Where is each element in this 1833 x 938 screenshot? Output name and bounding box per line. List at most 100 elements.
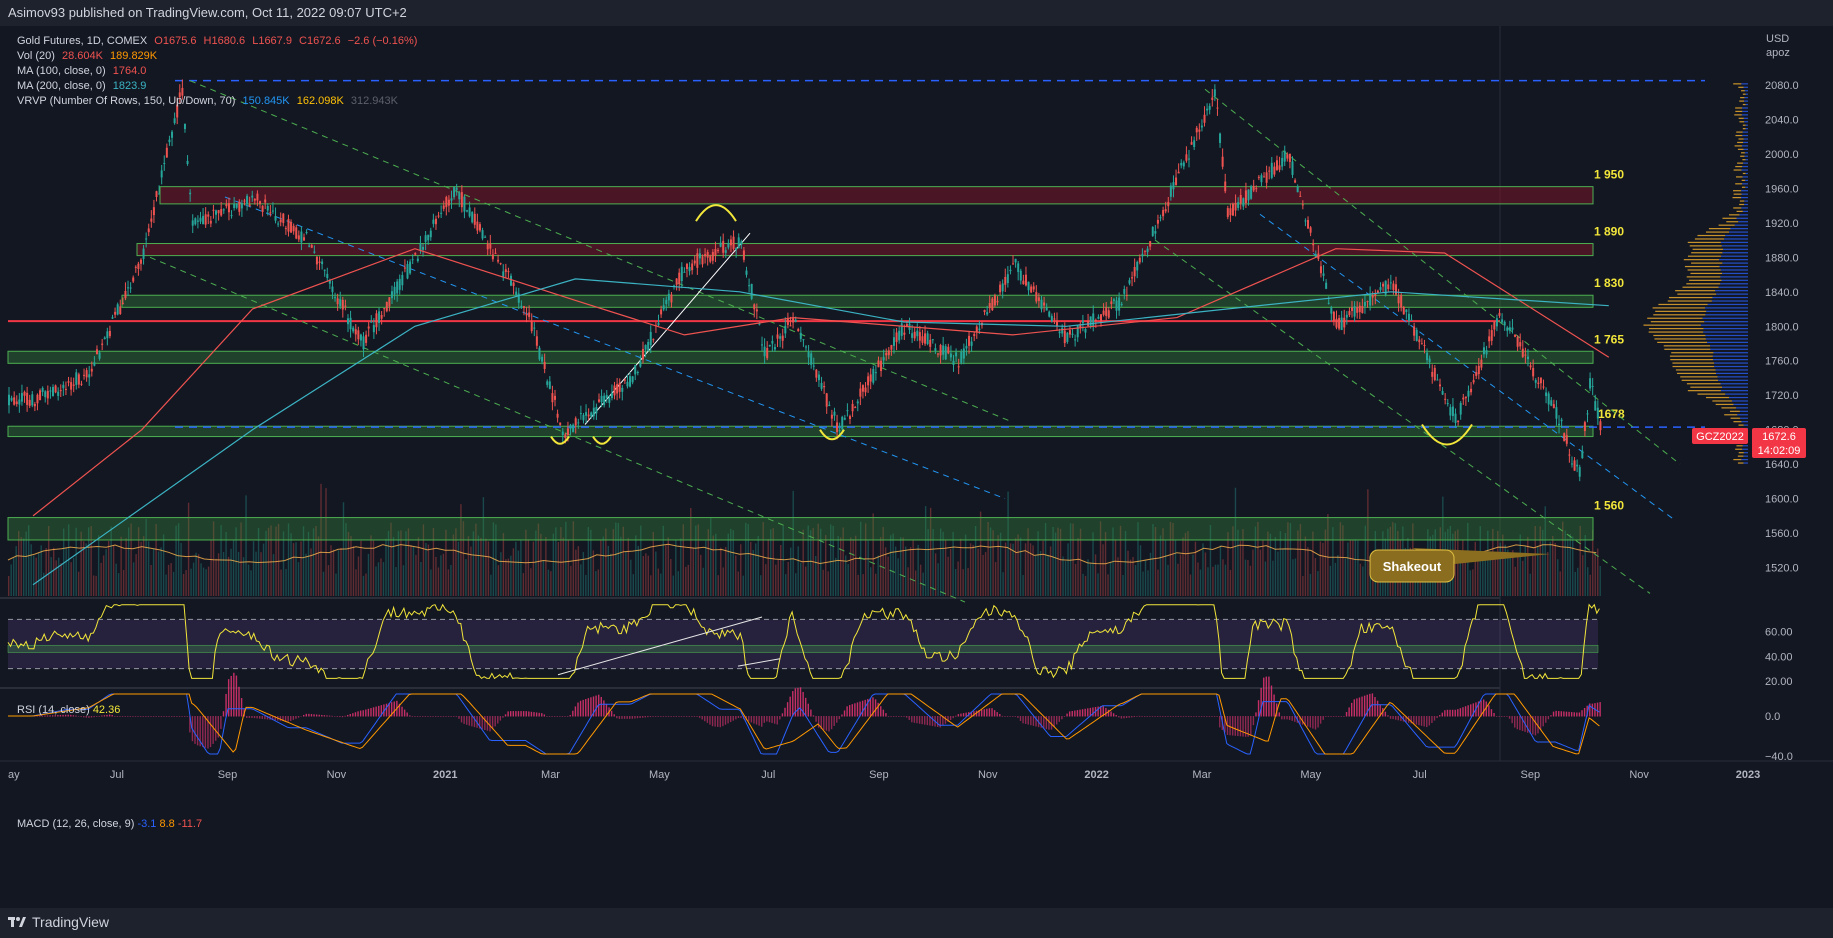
chart-area[interactable]: 1 9501 8901 8301 76516781 560Shakeout208… (0, 26, 1833, 908)
macd-histogram-bar (1231, 716, 1234, 736)
macd-histogram-bar (114, 716, 116, 717)
macd-histogram-bar (1211, 716, 1213, 717)
macd-histogram-bar (1457, 709, 1459, 717)
volume-bar (1234, 487, 1237, 596)
zone-4[interactable] (7, 350, 1594, 364)
candle-body (991, 298, 994, 311)
volume-bar (150, 565, 152, 596)
candle-body (62, 384, 65, 389)
vrvp-bar-up (1669, 355, 1713, 357)
candle-body (352, 327, 355, 332)
ma200-label[interactable]: MA (200, close, 0) (17, 80, 106, 92)
candle-body (1358, 305, 1361, 313)
macd-histogram-bar (960, 713, 962, 717)
zone-2[interactable] (136, 243, 1594, 257)
volume-bar (125, 538, 127, 596)
candle-body (1255, 188, 1258, 190)
volume-bar (542, 560, 545, 596)
candle-body (1257, 176, 1260, 178)
candle-body (1022, 280, 1025, 285)
vrvp-bar-up (1686, 276, 1721, 278)
publish-info-bar: Asimov93 published on TradingView.com, O… (0, 0, 1833, 26)
volume-bar (157, 551, 160, 596)
vrvp-label[interactable]: VRVP (Number Of Rows, 150, Up/Down, 70) (17, 95, 235, 107)
volume-bar (827, 571, 829, 596)
volume-bar (170, 563, 172, 596)
candle-body (740, 241, 743, 245)
volume-bar (327, 565, 330, 596)
macd-histogram-bar (1599, 702, 1601, 717)
candle-body (1482, 347, 1485, 355)
volume-bar (1347, 542, 1349, 596)
vrvp-bar-up (1729, 410, 1740, 412)
rsi-label[interactable]: RSI (14, close) (17, 704, 90, 716)
macd-histogram-bar (173, 716, 176, 717)
legend-symbol[interactable]: Gold Futures, 1D, COMEX (17, 35, 147, 47)
macd-histogram-bar (1451, 709, 1454, 717)
candle-body (494, 252, 497, 254)
macd-histogram-bar (898, 716, 900, 717)
candle-body (608, 397, 611, 403)
candle-body (921, 336, 924, 343)
macd-histogram-bar (704, 716, 706, 722)
candle-body (1146, 248, 1149, 253)
candle-body (1488, 336, 1491, 342)
vrvp-bar-up (1672, 362, 1714, 364)
candle-body (20, 393, 23, 402)
candle-body (709, 256, 712, 262)
ma100-label[interactable]: MA (100, close, 0) (17, 65, 106, 77)
volume-bar (670, 559, 672, 596)
volume-bar (610, 553, 612, 596)
candle-body (1539, 377, 1542, 384)
volume-bar (1334, 562, 1337, 596)
tradingview-logo[interactable]: TradingView (8, 914, 109, 930)
candle-body (1094, 319, 1097, 321)
macd-label[interactable]: MACD (12, 26, close, 9) (17, 818, 134, 830)
candle-body (403, 267, 406, 269)
volume-bar (182, 573, 185, 596)
macd-histogram-bar (1076, 710, 1079, 717)
volume-bar (1202, 543, 1204, 596)
candle-body (1014, 258, 1017, 263)
candle-body (346, 318, 349, 325)
macd-histogram-bar (737, 716, 740, 718)
candle-body (892, 337, 895, 346)
volume-bar (120, 536, 122, 596)
macd-histogram-bar (771, 716, 773, 723)
zone-6[interactable] (7, 517, 1594, 541)
vrvp-bar-down (1744, 90, 1748, 92)
macd-histogram-bar (579, 700, 582, 717)
volume-bar (912, 539, 914, 596)
vrvp-value-1: 150.845K (242, 95, 290, 107)
zone-1[interactable] (159, 186, 1594, 205)
candle-body (952, 360, 955, 365)
candle-body (603, 395, 606, 406)
volume-bar (360, 540, 362, 596)
vrvp-bar-down (1740, 417, 1748, 419)
candle-body (1529, 365, 1532, 368)
volume-bar (1114, 539, 1117, 596)
currency-sublabel: apoz (1766, 47, 1790, 59)
candle-body (227, 203, 230, 213)
macd-histogram-bar (657, 716, 659, 717)
vol-label[interactable]: Vol (20) (17, 50, 55, 62)
candle-body (1312, 243, 1315, 246)
vrvp-bar-down (1705, 334, 1748, 337)
candle-body (1187, 158, 1190, 160)
candle-body (735, 247, 738, 250)
volume-bar (337, 550, 340, 596)
macd-histogram-bar (163, 716, 165, 717)
vrvp-bar-up (1694, 238, 1725, 240)
vrvp-bar-up (1715, 403, 1734, 406)
volume-bar (335, 573, 337, 596)
macd-histogram-bar (1384, 711, 1387, 717)
vrvp-bar-up (1739, 100, 1745, 102)
vrvp-bar-up (1733, 421, 1742, 423)
volume-bar (602, 536, 605, 596)
candle-body (334, 297, 337, 299)
macd-histogram-bar (313, 714, 315, 717)
macd-histogram-bar (1053, 716, 1055, 728)
vrvp-bar-down (1704, 321, 1748, 323)
candle-body (587, 414, 590, 417)
candle-body (308, 245, 311, 247)
